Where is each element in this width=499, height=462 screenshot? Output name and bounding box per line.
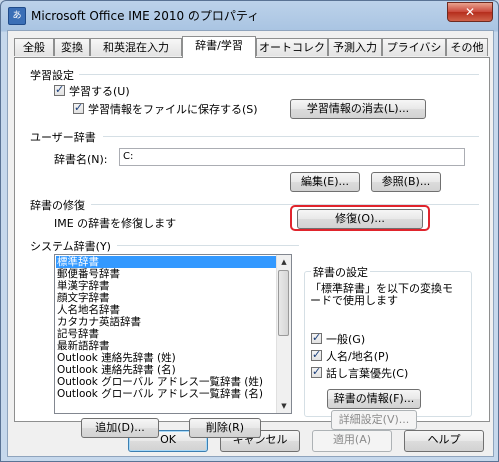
repair-description: IME の辞書を修復します xyxy=(54,217,177,230)
add-dict-button[interactable]: 追加(D)... xyxy=(81,418,159,438)
list-item[interactable]: 記号辞書 xyxy=(56,328,99,340)
general-mode-label[interactable]: 一般(G) xyxy=(326,331,365,347)
browse-dict-button[interactable]: 参照(B)... xyxy=(371,172,441,192)
system-dict-scrollbar[interactable]: ▲ ▼ xyxy=(276,255,291,413)
apply-button[interactable]: 適用(A) xyxy=(312,430,392,452)
tab-mixed-input[interactable]: 和英混在入力 xyxy=(90,38,182,56)
detail-settings-button[interactable]: 詳細設定(V)... xyxy=(331,410,417,430)
colloquial-mode-checkbox[interactable] xyxy=(311,365,322,378)
system-dict-heading: システム辞書(Y) xyxy=(30,240,111,253)
list-item[interactable]: 郵便番号辞書 xyxy=(56,268,120,280)
general-mode-checkbox[interactable] xyxy=(311,331,322,344)
learning-heading: 学習設定 xyxy=(30,69,74,82)
tab-general[interactable]: 全般 xyxy=(14,38,54,56)
system-dict-list[interactable]: 標準辞書 郵便番号辞書 単漢字辞書 顔文字辞書 人名地名辞書 カタカナ英語辞書 … xyxy=(54,254,292,414)
delete-dict-button[interactable]: 削除(R) xyxy=(189,418,261,438)
list-item[interactable]: Outlook グローバル アドレス一覧辞書 (姓) xyxy=(56,376,263,388)
ime-properties-window: あ Microsoft Office IME 2010 のプロパティ ✕ 全般 … xyxy=(0,0,499,462)
list-item[interactable]: カタカナ英語辞書 xyxy=(56,316,141,328)
ime-app-icon: あ xyxy=(8,7,26,25)
help-button[interactable]: ヘルプ xyxy=(404,430,484,452)
learn-checkbox[interactable] xyxy=(54,83,65,96)
title-bar[interactable]: あ Microsoft Office IME 2010 のプロパティ ✕ xyxy=(1,1,498,29)
dict-path-input[interactable]: C:¥Users¥Suzuki¥AppData¥Roaming¥Microsof… xyxy=(119,148,465,166)
close-button[interactable]: ✕ xyxy=(447,2,493,22)
close-icon: ✕ xyxy=(464,5,476,19)
dict-info-button[interactable]: 辞書の情報(F)... xyxy=(327,389,421,409)
tab-predictive-input[interactable]: 予測入力 xyxy=(328,38,382,56)
clear-learning-button[interactable]: 学習情報の消去(L)... xyxy=(290,99,426,119)
scroll-down-icon[interactable]: ▼ xyxy=(277,399,291,413)
colloquial-mode-label[interactable]: 話し言葉優先(C) xyxy=(326,365,408,381)
edit-dict-button[interactable]: 編集(E)... xyxy=(290,172,360,192)
tab-other[interactable]: その他 xyxy=(446,38,488,56)
repair-button[interactable]: 修復(O)... xyxy=(297,209,423,229)
list-item[interactable]: Outlook グローバル アドレス一覧辞書 (名) xyxy=(56,388,263,400)
list-item[interactable]: 顔文字辞書 xyxy=(56,292,110,304)
user-dict-divider xyxy=(103,136,479,137)
dict-settings-heading: 辞書の設定 xyxy=(311,264,370,280)
repair-heading: 辞書の修復 xyxy=(30,199,85,212)
tab-dictionary-learning[interactable]: 辞書/学習 xyxy=(182,36,256,58)
list-item[interactable]: 単漢字辞書 xyxy=(56,280,110,292)
tab-conversion[interactable]: 変換 xyxy=(54,38,90,56)
user-dict-heading: ユーザー辞書 xyxy=(30,131,96,144)
names-mode-label[interactable]: 人名/地名(P) xyxy=(326,348,389,364)
dict-name-label: 辞書名(N): xyxy=(54,153,108,166)
scroll-up-icon[interactable]: ▲ xyxy=(277,255,291,269)
list-item[interactable]: 標準辞書 xyxy=(56,256,277,268)
tab-privacy[interactable]: プライバシー xyxy=(382,38,446,72)
learning-divider xyxy=(79,74,479,75)
dictionary-learning-panel: 学習設定 学習する(U) 学習情報をファイルに保存する(S) 学習情報の消去(L… xyxy=(14,57,490,438)
window-title: Microsoft Office IME 2010 のプロパティ xyxy=(31,9,260,23)
scroll-thumb[interactable] xyxy=(278,270,289,336)
list-item[interactable]: 人名地名辞書 xyxy=(56,304,120,316)
tab-autocorrect[interactable]: オートコレクト xyxy=(256,38,328,72)
learn-label[interactable]: 学習する(U) xyxy=(69,83,130,99)
system-dict-divider xyxy=(117,245,299,246)
save-learning-checkbox[interactable] xyxy=(73,101,84,114)
save-learning-label[interactable]: 学習情報をファイルに保存する(S) xyxy=(88,101,258,117)
list-item[interactable]: Outlook 連絡先辞書 (名) xyxy=(56,364,176,376)
list-item[interactable]: Outlook 連絡先辞書 (姓) xyxy=(56,352,176,364)
list-item[interactable]: 最新語辞書 xyxy=(56,340,110,352)
names-mode-checkbox[interactable] xyxy=(311,348,322,361)
dict-settings-description-2: ードで使用します xyxy=(310,294,398,307)
dialog-client: 全般 変換 和英混在入力 辞書/学習 オートコレクト 予測入力 プライバシー そ… xyxy=(7,30,494,457)
